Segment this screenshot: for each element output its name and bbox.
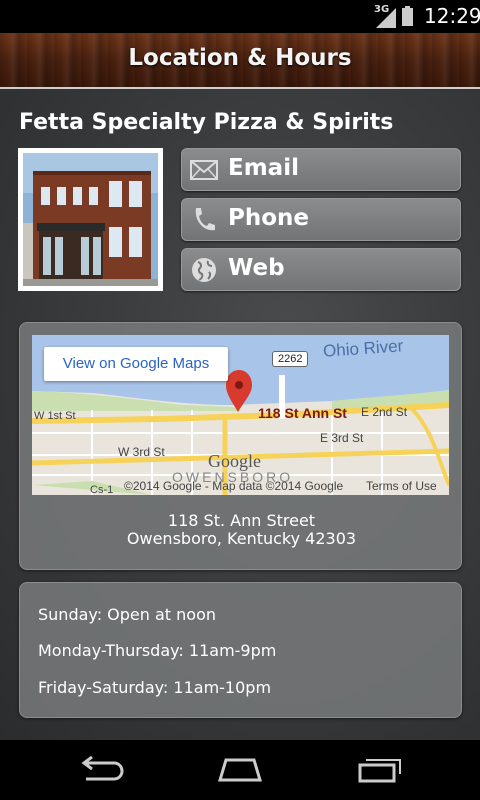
recent-apps-icon[interactable] xyxy=(356,754,404,784)
location-panel: 2262 Ohio River 118 St Ann St W 1st St E… xyxy=(19,322,462,570)
business-photo xyxy=(18,148,163,291)
phone-icon xyxy=(195,208,215,231)
header-bar: Location & Hours xyxy=(0,33,480,89)
map-footer: ©2014 Google - Map data ©2014 Google Ter… xyxy=(32,477,449,495)
email-button[interactable]: Email xyxy=(181,148,461,191)
route-badge: 2262 xyxy=(272,351,309,367)
phone-button[interactable]: Phone xyxy=(181,198,461,241)
view-on-google-maps-button[interactable]: View on Google Maps xyxy=(44,347,228,381)
street-label-w3rd: W 3rd St xyxy=(118,445,165,459)
web-button[interactable]: Web xyxy=(181,248,461,291)
battery-icon xyxy=(402,6,413,26)
google-logo: Google xyxy=(208,451,261,471)
hours-panel: Sunday: Open at noon Monday-Thursday: 11… xyxy=(19,582,462,718)
back-icon[interactable] xyxy=(76,754,124,784)
map-view[interactable]: 2262 Ohio River 118 St Ann St W 1st St E… xyxy=(32,335,449,495)
terms-of-use-link[interactable]: Terms of Use xyxy=(366,479,437,493)
hours-fri-sat: Friday-Saturday: 11am-10pm xyxy=(38,678,272,697)
street-label-e2nd: E 2nd St xyxy=(361,405,408,419)
email-icon xyxy=(190,160,218,180)
map-copyright: ©2014 Google - Map data ©2014 Google xyxy=(124,479,344,493)
home-icon[interactable] xyxy=(216,754,264,784)
status-bar: 3G 12:29 xyxy=(0,0,480,33)
system-nav-bar xyxy=(0,740,480,800)
business-name: Fetta Specialty Pizza & Spirits xyxy=(19,110,394,135)
building-image xyxy=(23,153,158,286)
street-label-w1st: W 1st St xyxy=(34,410,76,422)
hours-sunday: Sunday: Open at noon xyxy=(38,605,217,624)
globe-icon xyxy=(192,258,216,282)
pin-label: 118 St Ann St xyxy=(258,405,347,421)
street-label-e3rd: E 3rd St xyxy=(320,431,364,445)
hours-mon-thu: Monday-Thursday: 11am-9pm xyxy=(38,641,277,660)
phone-label: Phone xyxy=(228,205,310,231)
clock: 12:29 xyxy=(424,4,480,28)
web-label: Web xyxy=(228,255,285,281)
address-line-2: Owensboro, Kentucky 42303 xyxy=(126,529,357,548)
signal-icon xyxy=(376,8,396,28)
address-line-1: 118 St. Ann Street xyxy=(167,511,316,530)
email-label: Email xyxy=(228,155,299,181)
page-title: Location & Hours xyxy=(128,45,352,71)
